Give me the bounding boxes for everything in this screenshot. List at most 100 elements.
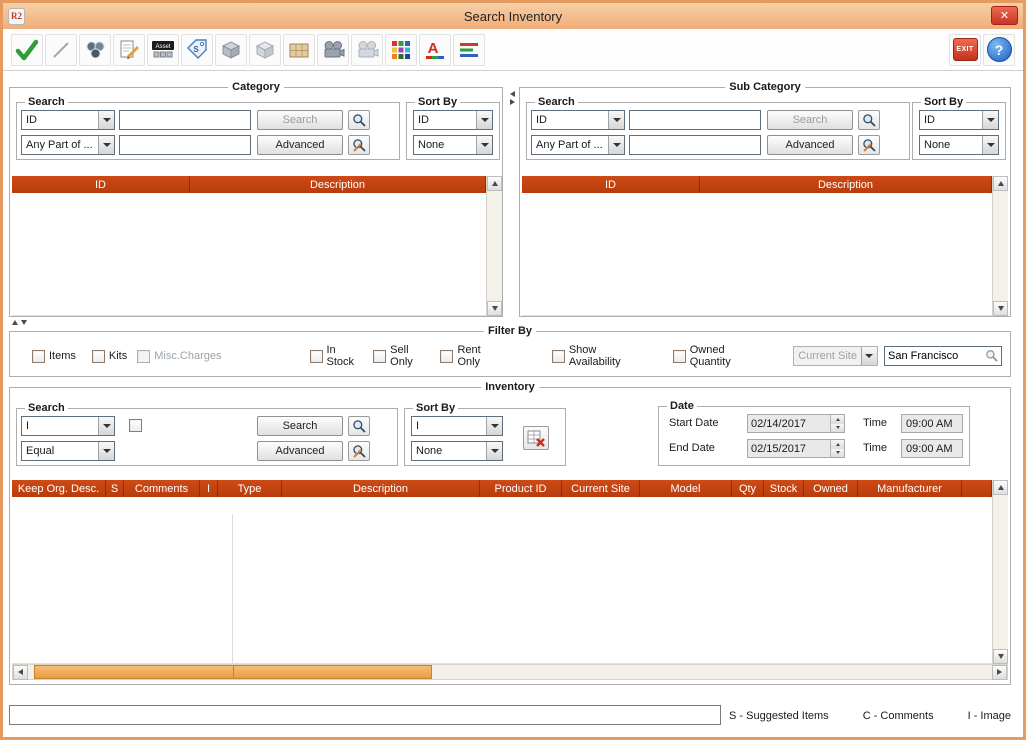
package-light-button[interactable] [249, 34, 281, 66]
category-sort-primary-combo[interactable]: ID [413, 110, 493, 130]
category-match-value-input[interactable] [119, 135, 251, 155]
scroll-down-button[interactable] [487, 301, 502, 316]
category-quick-find-button[interactable] [348, 110, 370, 130]
hscrollbar-thumb[interactable] [34, 665, 432, 679]
site-search-field[interactable] [884, 346, 1002, 366]
column-header-description[interactable]: Description [190, 176, 486, 193]
site-search-input[interactable] [885, 350, 985, 362]
inventory-match-combo[interactable]: Equal [21, 441, 115, 461]
font-color-button[interactable]: A [419, 34, 451, 66]
col-stock[interactable]: Stock [764, 480, 804, 497]
category-table-body[interactable] [12, 193, 486, 316]
site-search-icon[interactable] [985, 349, 999, 363]
chevron-down-icon[interactable] [982, 111, 998, 129]
subcategory-quick-find-button[interactable] [858, 110, 880, 130]
inventory-vertical-scrollbar[interactable] [992, 480, 1008, 664]
filter-checkbox-kits[interactable]: Kits [92, 350, 127, 363]
chevron-down-icon[interactable] [861, 347, 877, 365]
column-header-id[interactable]: ID [12, 176, 190, 193]
spin-down-button[interactable] [831, 424, 844, 433]
collapse-left-icon[interactable] [510, 91, 515, 97]
asset-labels-button[interactable]: Asset [147, 34, 179, 66]
col-i[interactable]: I [200, 480, 218, 497]
end-date-spinner[interactable] [830, 440, 844, 457]
column-header-description[interactable]: Description [700, 176, 992, 193]
line-tool-button[interactable] [45, 34, 77, 66]
inventory-exact-checkbox[interactable] [129, 419, 142, 432]
scroll-down-button[interactable] [993, 649, 1008, 664]
footer-note-input[interactable] [9, 705, 721, 725]
inventory-table-body[interactable] [12, 497, 992, 664]
category-vertical-scrollbar[interactable] [486, 176, 502, 316]
filter-checkbox-show-availability[interactable]: Show Availability [552, 344, 635, 368]
inventory-search-field-combo[interactable]: I [21, 416, 115, 436]
inventory-advanced-button[interactable]: Advanced [257, 441, 343, 461]
category-search-field-combo[interactable]: ID [21, 110, 115, 130]
clear-sort-button[interactable] [523, 426, 549, 450]
inventory-advanced-find-button[interactable] [348, 441, 370, 461]
col-manufacturer[interactable]: Manufacturer [858, 480, 962, 497]
scrollbar-track[interactable] [487, 191, 502, 301]
col-product-id[interactable]: Product ID [480, 480, 562, 497]
subcategory-table-body[interactable] [522, 193, 992, 316]
camera-disabled-button[interactable] [351, 34, 383, 66]
subcategory-search-value-input[interactable] [629, 110, 761, 130]
price-tag-button[interactable]: S [181, 34, 213, 66]
col-s[interactable]: S [106, 480, 124, 497]
scroll-right-button[interactable] [992, 665, 1007, 680]
hscrollbar-track[interactable] [28, 665, 992, 679]
scroll-up-button[interactable] [487, 176, 502, 191]
subcategory-vertical-scrollbar[interactable] [992, 176, 1008, 316]
chevron-down-icon[interactable] [98, 111, 114, 129]
horizontal-splitter[interactable] [12, 320, 27, 325]
scrollbar-track[interactable] [993, 191, 1008, 301]
scroll-up-button[interactable] [993, 480, 1008, 495]
subcategory-advanced-find-button[interactable] [858, 135, 880, 155]
col-keep-org-desc[interactable]: Keep Org. Desc. [12, 480, 106, 497]
collapse-right-icon[interactable] [510, 99, 515, 105]
filter-checkbox-items[interactable]: Items [32, 350, 76, 363]
confirm-button[interactable] [11, 34, 43, 66]
category-advanced-find-button[interactable] [348, 135, 370, 155]
inventory-horizontal-scrollbar[interactable] [12, 664, 1008, 680]
col-model[interactable]: Model [640, 480, 732, 497]
subcategory-search-field-combo[interactable]: ID [531, 110, 625, 130]
col-current-site[interactable]: Current Site [562, 480, 640, 497]
category-advanced-button[interactable]: Advanced [257, 135, 343, 155]
close-button[interactable]: ✕ [991, 6, 1018, 25]
camera-button[interactable] [317, 34, 349, 66]
color-grid-button[interactable] [385, 34, 417, 66]
spin-up-button[interactable] [831, 415, 844, 424]
filter-checkbox-sell-only[interactable]: Sell Only [373, 344, 424, 368]
chevron-down-icon[interactable] [476, 111, 492, 129]
chevron-down-icon[interactable] [476, 136, 492, 154]
filter-checkbox-in-stock[interactable]: In Stock [310, 344, 358, 368]
filter-checkbox-rent-only[interactable]: Rent Only [440, 344, 495, 368]
chevron-down-icon[interactable] [982, 136, 998, 154]
start-date-spinner[interactable] [830, 415, 844, 432]
category-sort-secondary-combo[interactable]: None [413, 135, 493, 155]
groups-button[interactable] [79, 34, 111, 66]
chevron-down-icon[interactable] [98, 417, 114, 435]
site-scope-combo[interactable]: Current Site [793, 346, 878, 366]
inventory-sort-primary-combo[interactable]: I [411, 416, 503, 436]
chevron-down-icon[interactable] [608, 111, 624, 129]
start-date-field[interactable]: 02/14/2017 [747, 414, 845, 433]
subcategory-sort-secondary-combo[interactable]: None [919, 135, 999, 155]
spin-up-button[interactable] [831, 440, 844, 449]
chevron-down-icon[interactable] [98, 136, 114, 154]
scroll-down-button[interactable] [993, 301, 1008, 316]
filter-checkbox-misc-charges[interactable]: Misc.Charges [137, 350, 221, 363]
column-header-id[interactable]: ID [522, 176, 700, 193]
collapse-down-icon[interactable] [21, 320, 27, 325]
col-owned[interactable]: Owned [804, 480, 858, 497]
crate-button[interactable] [283, 34, 315, 66]
category-match-combo[interactable]: Any Part of ... [21, 135, 115, 155]
chevron-down-icon[interactable] [98, 442, 114, 460]
scroll-up-button[interactable] [993, 176, 1008, 191]
chevron-down-icon[interactable] [486, 442, 502, 460]
spin-down-button[interactable] [831, 449, 844, 458]
inventory-quick-find-button[interactable] [348, 416, 370, 436]
scroll-left-button[interactable] [13, 665, 28, 680]
col-type[interactable]: Type [218, 480, 282, 497]
